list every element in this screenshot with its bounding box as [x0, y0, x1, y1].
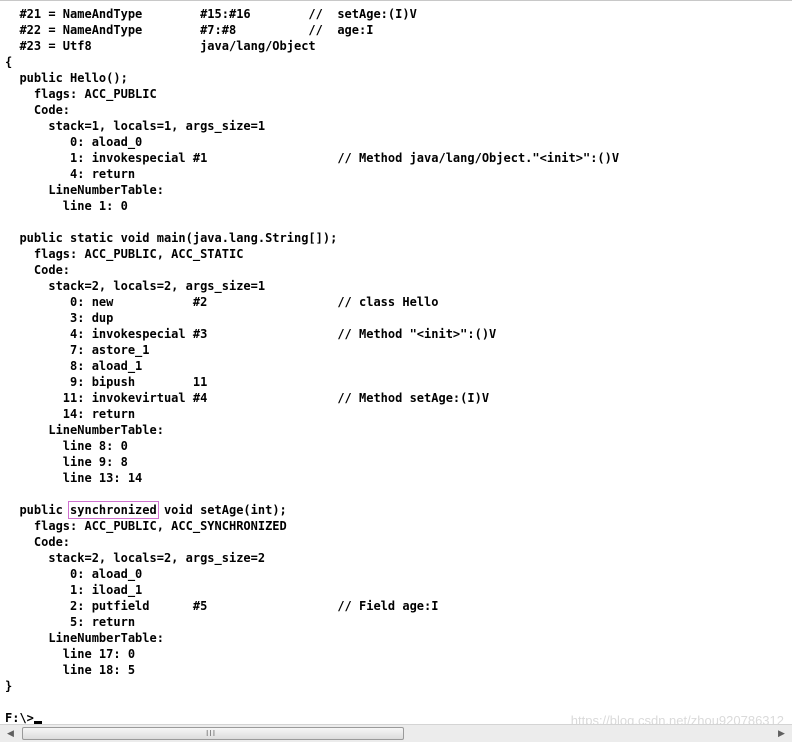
console-line: 14: return [5, 407, 136, 421]
scroll-left-icon[interactable]: ◀ [2, 726, 19, 741]
console-line: Code: [5, 263, 71, 277]
console-line: flags: ACC_PUBLIC [5, 87, 157, 101]
console-line: 4: invokespecial #3 // Method "<init>":(… [5, 327, 497, 341]
console-line: 0: aload_0 [5, 567, 143, 581]
console-line: stack=2, locals=2, args_size=1 [5, 279, 266, 293]
console-line: stack=2, locals=2, args_size=2 [5, 551, 266, 565]
console-line: Code: [5, 535, 71, 549]
scroll-right-icon[interactable]: ▶ [773, 726, 790, 741]
console-line: #21 = NameAndType #15:#16 // setAge:(I)V [5, 7, 417, 21]
console-line: public Hello(); [5, 71, 128, 85]
console-line: 2: putfield #5 // Field age:I [5, 599, 439, 613]
horizontal-scrollbar[interactable]: ◀ III ▶ [0, 724, 792, 742]
line-prefix: public [5, 503, 71, 517]
console-line: flags: ACC_PUBLIC, ACC_STATIC [5, 247, 244, 261]
console-line: { [5, 55, 13, 69]
console-line: #23 = Utf8 java/lang/Object [5, 39, 316, 53]
line-suffix: void setAge(int); [156, 503, 287, 517]
console-line: 11: invokevirtual #4 // Method setAge:(I… [5, 391, 490, 405]
console-line: 7: astore_1 [5, 343, 150, 357]
console-line: 1: invokespecial #1 // Method java/lang/… [5, 151, 620, 165]
console-line: public synchronized void setAge(int); [5, 501, 619, 519]
console-line: LineNumberTable: [5, 631, 164, 645]
grip-icon: III [206, 729, 217, 738]
console-top-border [0, 0, 792, 1]
console-output: #21 = NameAndType #15:#16 // setAge:(I)V… [5, 6, 619, 694]
console-line: stack=1, locals=1, args_size=1 [5, 119, 266, 133]
console-window[interactable]: #21 = NameAndType #15:#16 // setAge:(I)V… [0, 0, 792, 724]
console-line: LineNumberTable: [5, 423, 164, 437]
console-line: line 18: 5 [5, 663, 136, 677]
console-line: 5: return [5, 615, 136, 629]
console-line: 0: aload_0 [5, 135, 143, 149]
scrollbar-thumb[interactable]: III [22, 727, 404, 740]
console-line: 4: return [5, 167, 136, 181]
console-line: 9: bipush 11 [5, 375, 208, 389]
watermark: https://blog.csdn.net/zhou920786312 [570, 713, 784, 724]
prompt-text: F:\> [5, 711, 34, 724]
console-line: } [5, 679, 13, 693]
console-line: line 9: 8 [5, 455, 128, 469]
console-line: 8: aload_1 [5, 359, 143, 373]
console-line: line 17: 0 [5, 647, 136, 661]
console-line: flags: ACC_PUBLIC, ACC_SYNCHRONIZED [5, 519, 287, 533]
console-line: line 1: 0 [5, 199, 128, 213]
highlighted-keyword: synchronized [68, 501, 159, 519]
console-line: line 8: 0 [5, 439, 128, 453]
console-line: 0: new #2 // class Hello [5, 295, 439, 309]
console-line: 3: dup [5, 311, 114, 325]
console-line: public static void main(java.lang.String… [5, 231, 338, 245]
console-line: line 13: 14 [5, 471, 143, 485]
command-prompt[interactable]: F:\> [5, 710, 42, 724]
console-line: Code: [5, 103, 71, 117]
console-line: LineNumberTable: [5, 183, 164, 197]
console-line: #22 = NameAndType #7:#8 // age:I [5, 23, 374, 37]
console-line: 1: iload_1 [5, 583, 143, 597]
